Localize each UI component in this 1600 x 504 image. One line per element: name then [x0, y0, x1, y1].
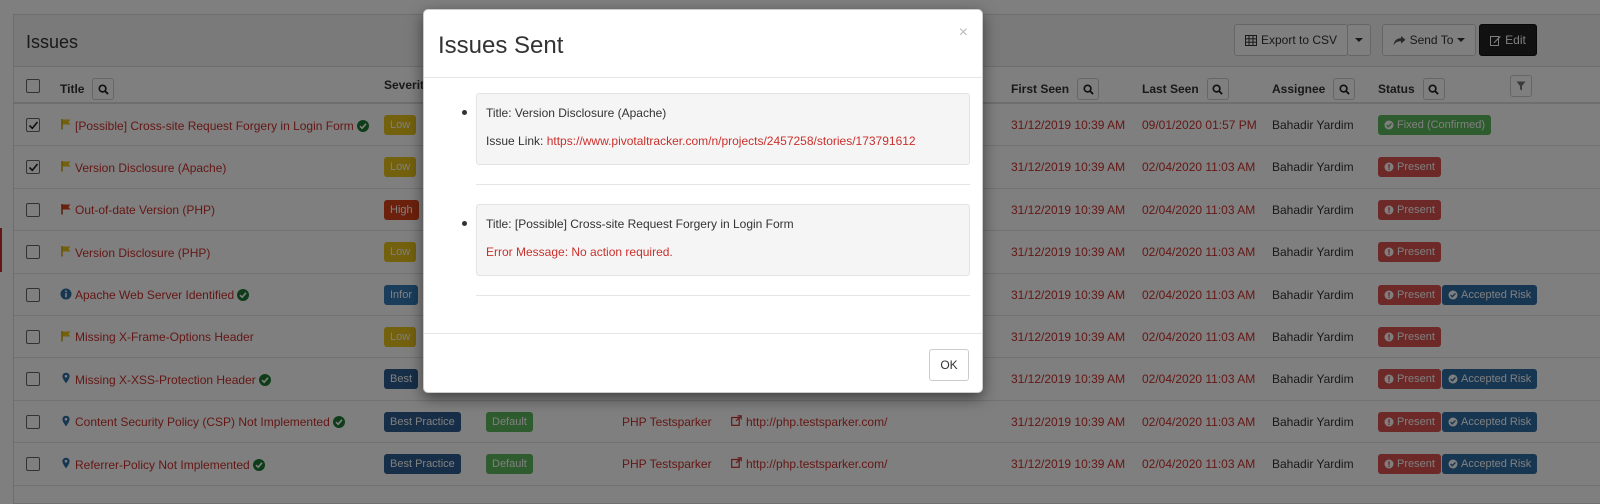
- issues-sent-modal: Issues Sent × Title: Version Disclosure …: [423, 9, 983, 393]
- sent-issue-link-line: Issue Link: https://www.pivotaltracker.c…: [486, 134, 916, 148]
- title-label: Title:: [486, 106, 512, 120]
- modal-body: Title: Version Disclosure (Apache) Issue…: [424, 78, 982, 327]
- sent-issue-title: Title: Version Disclosure (Apache): [486, 106, 666, 120]
- title-label: Title:: [486, 217, 512, 231]
- close-icon[interactable]: ×: [959, 24, 968, 42]
- list-bullet: [462, 110, 467, 115]
- error-message-label: Error Message:: [486, 245, 569, 259]
- sent-issue-error-line: Error Message: No action required.: [486, 245, 673, 259]
- sent-issue-title: Title: [Possible] Cross-site Request For…: [486, 217, 794, 231]
- issue-link[interactable]: https://www.pivotaltracker.com/n/project…: [547, 134, 916, 148]
- modal-header: Issues Sent ×: [424, 10, 982, 78]
- sent-issue-item: Title: [Possible] Cross-site Request For…: [476, 204, 970, 276]
- modal-footer: OK: [424, 333, 982, 393]
- list-bullet: [462, 221, 467, 226]
- ok-button[interactable]: OK: [929, 349, 969, 381]
- error-message-value: No action required.: [571, 245, 673, 259]
- sent-issue-item: Title: Version Disclosure (Apache) Issue…: [476, 93, 970, 165]
- modal-title: Issues Sent: [438, 32, 564, 59]
- divider: [476, 184, 970, 185]
- title-value: Version Disclosure (Apache): [514, 106, 667, 120]
- divider: [476, 295, 970, 296]
- title-value: [Possible] Cross-site Request Forgery in…: [514, 217, 794, 231]
- issue-link-label: Issue Link:: [486, 134, 544, 148]
